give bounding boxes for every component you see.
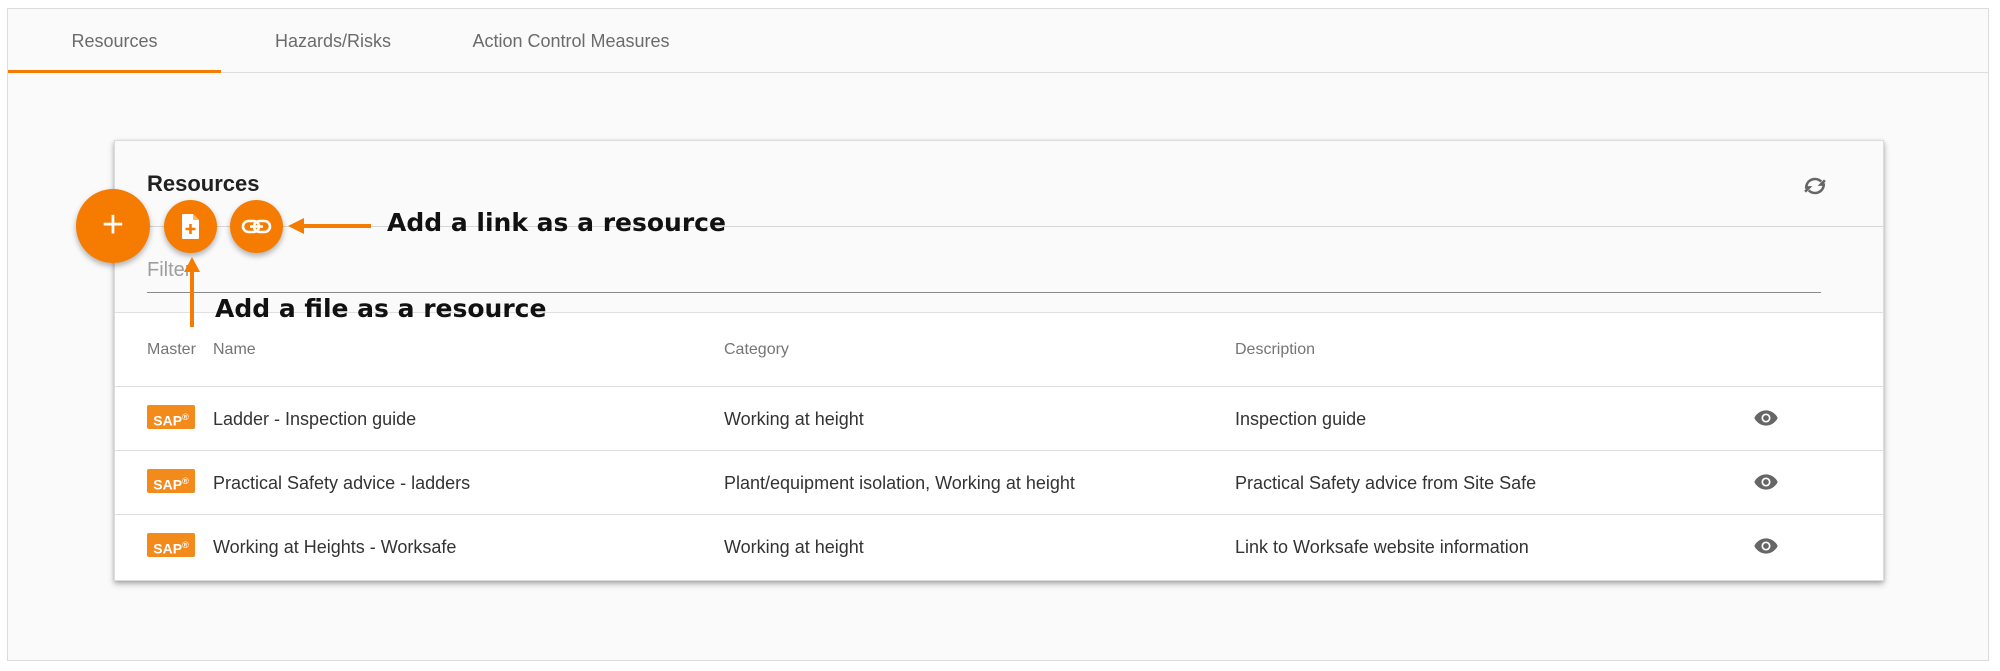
link-arrowhead <box>288 218 304 234</box>
file-arrowhead <box>184 257 200 272</box>
annotation-arrows <box>184 218 371 327</box>
annotation-add-file: Add a file as a resource <box>215 294 547 323</box>
annotation-add-link: Add a link as a resource <box>387 208 726 237</box>
